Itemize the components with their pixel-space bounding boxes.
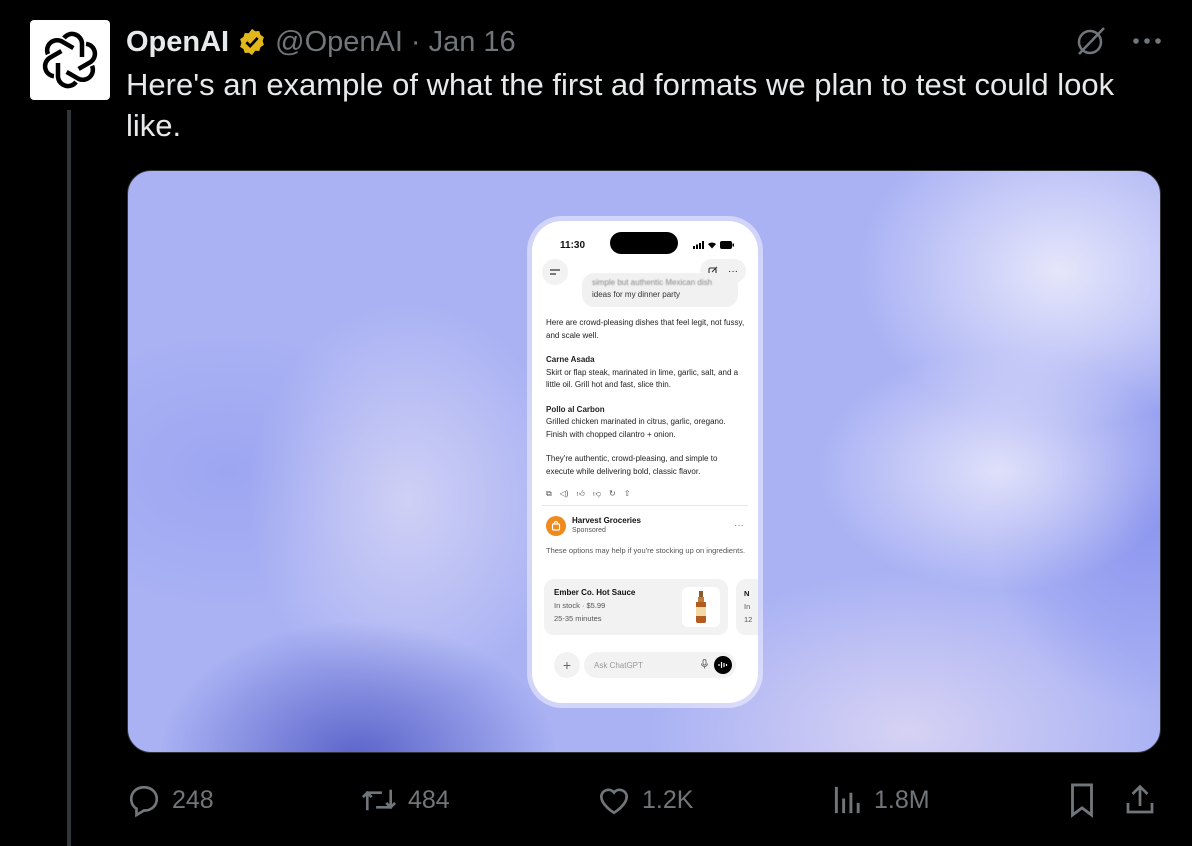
thumbs-down-icon: 👎︎ xyxy=(592,489,602,498)
mic-icon xyxy=(701,659,708,671)
heart-icon xyxy=(599,788,629,815)
views-icon xyxy=(834,786,860,814)
header-separator: · xyxy=(410,25,421,58)
next-card-line2: In xyxy=(744,602,751,611)
ad-brand: Harvest Groceries xyxy=(572,516,641,525)
phone-mockup: 11:30 ··· simple but authentic Mexican d… xyxy=(532,221,758,703)
share-button[interactable] xyxy=(1122,780,1168,820)
product-card: Ember Co. Hot Sauce In stock · $5.99 25-… xyxy=(544,579,728,635)
reply-button[interactable]: 248 xyxy=(126,780,214,820)
bookmark-icon xyxy=(1071,783,1093,818)
ad-more-icon: ··· xyxy=(734,520,744,531)
phone-time: 11:30 xyxy=(560,239,586,251)
author-handle[interactable]: @OpenAI xyxy=(275,26,403,59)
plus-icon: + xyxy=(554,652,580,678)
avatar[interactable] xyxy=(30,20,110,100)
user-message-line1: simple but authentic Mexican dish xyxy=(592,278,713,287)
share-icon: ⇧ xyxy=(623,489,631,498)
status-icons xyxy=(693,241,734,249)
dish-2-title: Pollo al Carbon xyxy=(546,404,605,414)
shopping-bag-icon xyxy=(546,515,566,536)
ad-divider xyxy=(542,505,748,506)
more-options-icon[interactable] xyxy=(1132,36,1162,46)
dish-1-title: Carne Asada xyxy=(546,355,595,364)
chat-composer: + Ask ChatGPT xyxy=(554,651,736,679)
reply-icon xyxy=(129,785,159,818)
author-name[interactable]: OpenAI xyxy=(126,26,229,59)
repost-button[interactable]: 484 xyxy=(360,780,450,820)
ask-placeholder: Ask ChatGPT xyxy=(594,660,643,670)
verified-badge-icon[interactable] xyxy=(237,27,267,57)
thread-line xyxy=(67,110,71,846)
views-count: 1.8M xyxy=(874,785,930,814)
tweet-header: OpenAI @OpenAI · Jan 16 xyxy=(126,22,516,62)
copy-icon: ⧉ xyxy=(546,489,552,498)
dish-1: Carne Asada Skirt or flap steak, marinat… xyxy=(546,354,746,392)
regenerate-icon: ↻ xyxy=(609,489,616,498)
ad-header: Harvest Groceries Sponsored ··· xyxy=(546,515,748,536)
grok-icon[interactable] xyxy=(1074,24,1108,58)
tweet-date[interactable]: Jan 16 xyxy=(429,26,516,59)
tweet-metrics: 248 484 1.2K 1.8M xyxy=(126,780,1166,820)
battery-icon xyxy=(720,241,734,249)
user-message: simple but authentic Mexican dish ideas … xyxy=(582,273,738,307)
voice-mode-icon xyxy=(714,656,732,674)
views-button[interactable]: 1.8M xyxy=(832,780,930,820)
repost-icon xyxy=(361,789,397,811)
menu-icon xyxy=(542,259,568,285)
tweet-top-actions xyxy=(1074,24,1162,58)
reply-count: 248 xyxy=(172,785,214,814)
dish-2: Pollo al Carbon Grilled chicken marinate… xyxy=(546,404,746,442)
bookmark-button[interactable] xyxy=(1066,780,1108,820)
like-count: 1.2K xyxy=(642,785,694,814)
ad-sponsored-label: Sponsored xyxy=(572,527,606,534)
repost-count: 484 xyxy=(408,785,450,814)
thumbs-up-icon: 👍︎ xyxy=(576,489,585,498)
next-card-line3: 12 xyxy=(744,615,753,624)
dish-2-desc: Grilled chicken marinated in citrus, gar… xyxy=(546,417,726,439)
next-card-line1: N xyxy=(744,589,750,598)
phone-status-bar: 11:30 xyxy=(560,235,734,255)
tweet-media[interactable]: 11:30 ··· simple but authentic Mexican d… xyxy=(127,170,1161,753)
like-button[interactable]: 1.2K xyxy=(596,780,693,820)
signal-icon xyxy=(693,241,704,249)
wifi-icon xyxy=(708,242,716,249)
reply-actions: ⧉ ◁) 👍︎ 👎︎ ↻ ⇧ xyxy=(546,489,630,499)
share-icon xyxy=(1126,784,1154,814)
dish-1-desc: Skirt or flap steak, marinated in lime, … xyxy=(546,367,739,390)
reply-intro: Here are crowd-pleasing dishes that feel… xyxy=(546,318,745,340)
assistant-reply: Here are crowd-pleasing dishes that feel… xyxy=(546,317,746,490)
speaker-icon: ◁) xyxy=(559,489,569,498)
tweet-text: Here's an example of what the first ad f… xyxy=(126,67,1115,143)
user-message-line2: ideas for my dinner party xyxy=(592,290,681,299)
hot-sauce-bottle-icon xyxy=(682,587,720,627)
ad-description: These options may help if you're stockin… xyxy=(546,546,746,555)
product-card-next: N In 12 xyxy=(736,579,758,635)
reply-outro: They're authentic, crowd-pleasing, and s… xyxy=(546,454,718,476)
ask-input: Ask ChatGPT xyxy=(584,652,736,678)
openai-logo-icon xyxy=(42,31,98,89)
